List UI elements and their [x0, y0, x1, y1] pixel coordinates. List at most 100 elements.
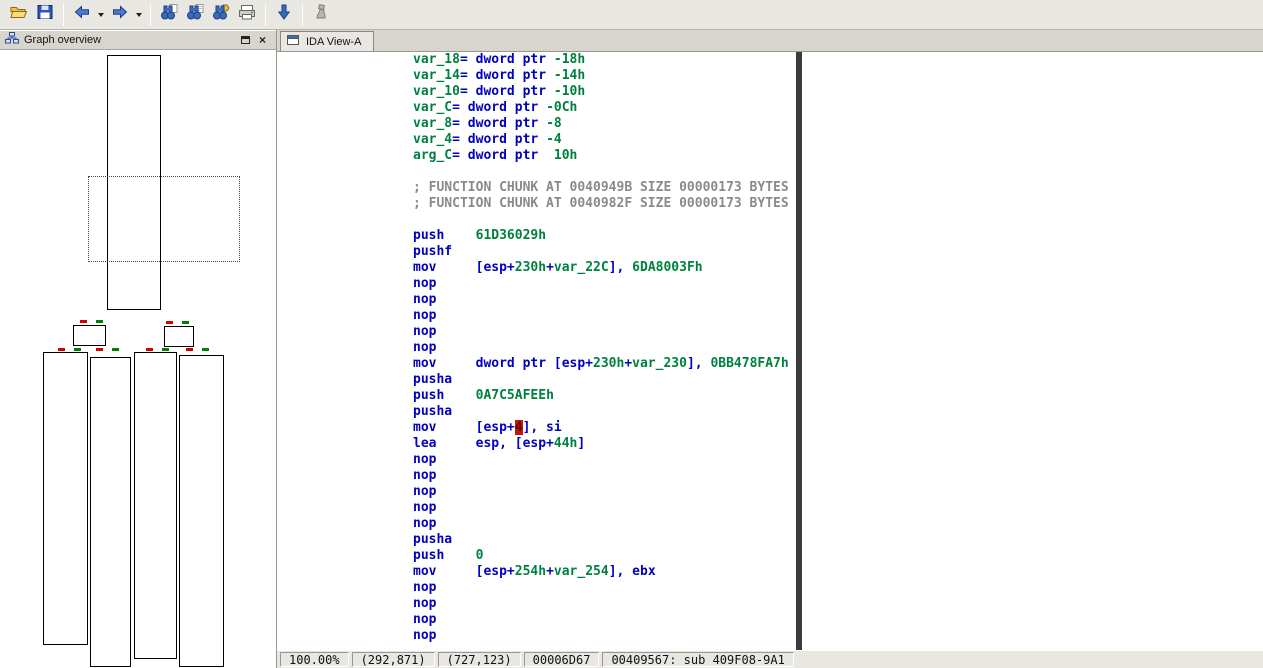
glue-tool-button[interactable]: [308, 3, 334, 27]
coordinates-2: (727,123): [437, 652, 521, 667]
code-line[interactable]: nop: [277, 596, 1263, 612]
close-panel-button[interactable]: ×: [254, 33, 271, 48]
binoculars-next-icon: [212, 4, 230, 25]
code-line[interactable]: nop: [277, 500, 1263, 516]
graph-basic-block[interactable]: [90, 357, 131, 667]
code-line[interactable]: nop: [277, 516, 1263, 532]
printer-icon: [238, 4, 256, 25]
code-line[interactable]: nop: [277, 468, 1263, 484]
code-line[interactable]: [277, 212, 1263, 228]
tab-ida-view-a[interactable]: IDA View-A: [280, 31, 375, 51]
search-text-button[interactable]: [182, 3, 208, 27]
graph-overview-canvas[interactable]: [0, 50, 276, 668]
glue-icon: [312, 4, 330, 25]
print-button[interactable]: [234, 3, 260, 27]
code-line[interactable]: push 0: [277, 548, 1263, 564]
zoom-level: 100.00%: [280, 652, 349, 667]
search-memory-button[interactable]: [156, 3, 182, 27]
graph-edge-tick: [202, 348, 209, 351]
graph-edge-tick: [182, 321, 189, 324]
graph-viewport-rect[interactable]: [88, 176, 240, 262]
graph-overview-titlebar: Graph overview ×: [0, 30, 276, 50]
code-line[interactable]: var_4= dword ptr -4: [277, 132, 1263, 148]
code-line[interactable]: pusha: [277, 532, 1263, 548]
binoculars-icon: [160, 4, 178, 25]
toolbar-separator: [265, 3, 266, 26]
chevron-down-icon: [136, 12, 142, 17]
code-line[interactable]: nop: [277, 628, 1263, 644]
navigate-back-button[interactable]: [69, 3, 95, 27]
code-line[interactable]: arg_C= dword ptr 10h: [277, 148, 1263, 164]
disassembly-area: IDA View-A var_18= dword ptr -18h var_14=…: [277, 30, 1263, 668]
save-icon: [36, 4, 54, 25]
code-line[interactable]: pushf: [277, 244, 1263, 260]
graph-edge-tick: [112, 348, 119, 351]
graph-edge-tick: [74, 348, 81, 351]
view-tabbar: IDA View-A: [277, 30, 1263, 52]
navigate-forward-dropdown[interactable]: [133, 3, 145, 27]
binoculars-doc-icon: [186, 4, 204, 25]
view-window-icon: [287, 34, 301, 49]
code-line[interactable]: nop: [277, 276, 1263, 292]
toolbar-separator: [63, 3, 64, 26]
toolbar-separator: [302, 3, 303, 26]
view-splitter[interactable]: [796, 52, 802, 650]
navigate-back-dropdown[interactable]: [95, 3, 107, 27]
code-line[interactable]: pusha: [277, 372, 1263, 388]
code-line[interactable]: mov [esp+4], si: [277, 420, 1263, 436]
main-toolbar: [0, 0, 1263, 30]
navigate-forward-button[interactable]: [107, 3, 133, 27]
float-panel-button[interactable]: [237, 33, 254, 48]
graph-basic-block[interactable]: [134, 352, 177, 659]
code-line[interactable]: nop: [277, 580, 1263, 596]
code-line[interactable]: nop: [277, 340, 1263, 356]
graph-basic-block[interactable]: [164, 326, 194, 347]
code-line[interactable]: [277, 164, 1263, 180]
code-line[interactable]: ; FUNCTION CHUNK AT 0040949B SIZE 000001…: [277, 180, 1263, 196]
code-line[interactable]: mov dword ptr [esp+230h+var_230], 0BB478…: [277, 356, 1263, 372]
code-line[interactable]: nop: [277, 612, 1263, 628]
graph-basic-block[interactable]: [179, 355, 224, 667]
code-line[interactable]: mov [esp+230h+var_22C], 6DA8003Fh: [277, 260, 1263, 276]
save-button[interactable]: [32, 3, 58, 27]
jump-button[interactable]: [271, 3, 297, 27]
graph-basic-block[interactable]: [43, 352, 88, 645]
code-line[interactable]: nop: [277, 308, 1263, 324]
code-line[interactable]: pusha: [277, 404, 1263, 420]
code-line[interactable]: ; FUNCTION CHUNK AT 0040982F SIZE 000001…: [277, 196, 1263, 212]
open-file-button[interactable]: [6, 3, 32, 27]
address-info: 00409567: sub 409F08-9A1: [602, 652, 794, 667]
code-line[interactable]: var_10= dword ptr -10h: [277, 84, 1263, 100]
graph-edge-tick: [96, 348, 103, 351]
code-line[interactable]: nop: [277, 484, 1263, 500]
code-line[interactable]: var_14= dword ptr -14h: [277, 68, 1263, 84]
float-window-icon: [241, 36, 250, 44]
open-folder-icon: [10, 4, 28, 25]
code-line[interactable]: nop: [277, 452, 1263, 468]
graph-edge-tick: [162, 348, 169, 351]
main-area: Graph overview × IDA View-A var_18= dwor…: [0, 30, 1263, 668]
code-line[interactable]: mov [esp+254h+var_254], ebx: [277, 564, 1263, 580]
status-bar: 100.00% (292,871) (727,123) 00006D67 004…: [277, 650, 1263, 668]
disassembly-view[interactable]: var_18= dword ptr -18h var_14= dword ptr …: [277, 52, 1263, 650]
back-arrow-icon: [73, 4, 91, 25]
search-next-button[interactable]: [208, 3, 234, 27]
code-line[interactable]: push 0A7C5AFEEh: [277, 388, 1263, 404]
code-line[interactable]: var_8= dword ptr -8: [277, 116, 1263, 132]
coordinates-1: (292,871): [351, 652, 435, 667]
graph-icon: [5, 31, 19, 49]
code-line[interactable]: var_18= dword ptr -18h: [277, 52, 1263, 68]
code-line[interactable]: lea esp, [esp+44h]: [277, 436, 1263, 452]
graph-overview-panel: Graph overview ×: [0, 30, 277, 668]
graph-edge-tick: [58, 348, 65, 351]
file-offset: 00006D67: [523, 652, 600, 667]
graph-edge-tick: [146, 348, 153, 351]
code-line[interactable]: var_C= dword ptr -0Ch: [277, 100, 1263, 116]
code-line[interactable]: push 61D36029h: [277, 228, 1263, 244]
code-line[interactable]: nop: [277, 324, 1263, 340]
forward-arrow-icon: [111, 4, 129, 25]
tab-label: IDA View-A: [306, 35, 362, 48]
graph-basic-block[interactable]: [73, 325, 106, 346]
code-line[interactable]: nop: [277, 292, 1263, 308]
graph-edge-tick: [166, 321, 173, 324]
